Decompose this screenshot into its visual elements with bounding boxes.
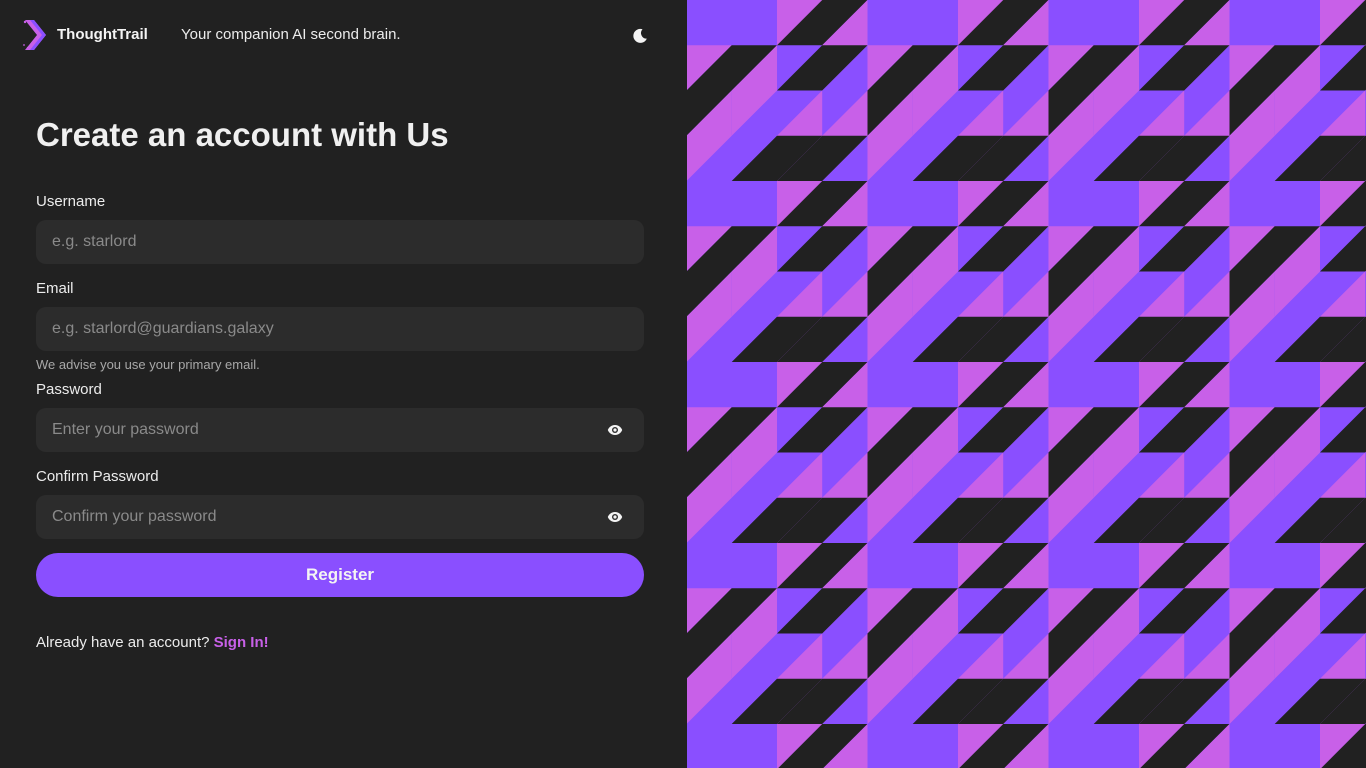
eye-icon[interactable] (606, 509, 624, 525)
signin-link[interactable]: Sign In! (214, 634, 269, 651)
email-input[interactable] (36, 307, 644, 351)
top-bar: ThoughtTrail Your companion AI second br… (0, 0, 687, 70)
confirm-password-field[interactable] (36, 495, 644, 539)
geometric-pattern (687, 0, 1366, 768)
brand-name[interactable]: ThoughtTrail (57, 26, 148, 43)
confirm-password-input[interactable] (36, 495, 644, 539)
tagline: Your companion AI second brain. (181, 26, 401, 43)
username-label: Username (36, 193, 106, 210)
confirm-password-label: Confirm Password (36, 468, 159, 485)
password-field[interactable] (36, 408, 644, 452)
signin-prompt: Already have an account? (36, 634, 210, 651)
email-label: Email (36, 280, 74, 297)
decorative-pattern-panel (687, 0, 1366, 768)
username-input[interactable] (36, 220, 644, 264)
moon-icon (633, 28, 647, 43)
signin-row: Already have an account? Sign In! (36, 634, 269, 651)
username-field[interactable] (36, 220, 644, 264)
chevron-logo-icon[interactable] (22, 18, 48, 52)
email-hint: We advise you use your primary email. (36, 357, 260, 372)
password-label: Password (36, 381, 102, 398)
email-field[interactable] (36, 307, 644, 351)
register-button[interactable]: Register (36, 553, 644, 597)
page-title: Create an account with Us (36, 116, 449, 153)
password-input[interactable] (36, 408, 644, 452)
theme-toggle-button[interactable] (628, 24, 652, 48)
register-panel: ThoughtTrail Your companion AI second br… (0, 0, 687, 768)
eye-icon[interactable] (606, 422, 624, 438)
